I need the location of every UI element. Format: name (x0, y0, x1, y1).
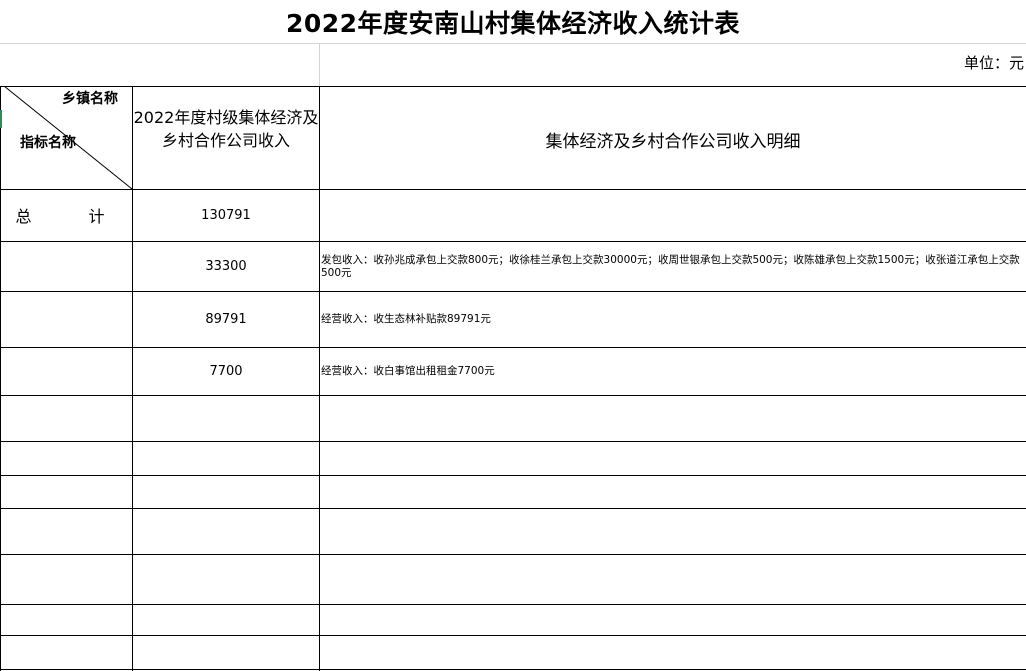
total-label: 总 计 (15, 207, 131, 226)
header-index-name: 指标名称 (20, 135, 76, 151)
table-row-1-value[interactable]: 33300 (133, 242, 319, 291)
grid-line (0, 635, 1026, 636)
grid-line (0, 669, 1026, 670)
grid-line (0, 508, 1026, 509)
grid-line (0, 604, 1026, 605)
table-row-3-value[interactable]: 7700 (133, 348, 319, 395)
spreadsheet: 2022年度安南山村集体经济收入统计表 单位：元 乡镇名称 指标名称 2022年… (0, 0, 1026, 671)
unit-label: 单位：元 (963, 54, 1024, 72)
grid-line (0, 395, 1026, 396)
table-row-3-name[interactable] (1, 348, 132, 395)
table-row-2-value[interactable]: 89791 (133, 292, 319, 347)
grid-line (0, 441, 1026, 442)
grid-line (0, 475, 1026, 476)
table-row-2-detail[interactable]: 经营收入：收生态林补贴款89791元 (320, 292, 1025, 347)
grid-line (0, 554, 1026, 555)
table-row-1-name[interactable] (1, 242, 132, 291)
sheet-title: 2022年度安南山村集体经济收入统计表 (285, 9, 741, 38)
table-row-2-name[interactable] (1, 292, 132, 347)
grid-line (0, 86, 1026, 87)
header-detail: 集体经济及乡村合作公司收入明细 (545, 132, 801, 152)
total-value[interactable]: 130791 (133, 189, 319, 241)
header-income: 2022年度村级集体经济及乡村合作公司收入 (133, 108, 319, 150)
header-town-name: 乡镇名称 (62, 91, 118, 107)
table-row-1-detail[interactable]: 发包收入：收孙兆成承包上交款800元；收徐桂兰承包上交款30000元；收周世银承… (320, 242, 1025, 291)
grid-line (0, 43, 1026, 44)
total-detail[interactable] (320, 189, 1025, 241)
table-row-3-detail[interactable]: 经营收入：收白事馆出租租金7700元 (320, 348, 1025, 395)
